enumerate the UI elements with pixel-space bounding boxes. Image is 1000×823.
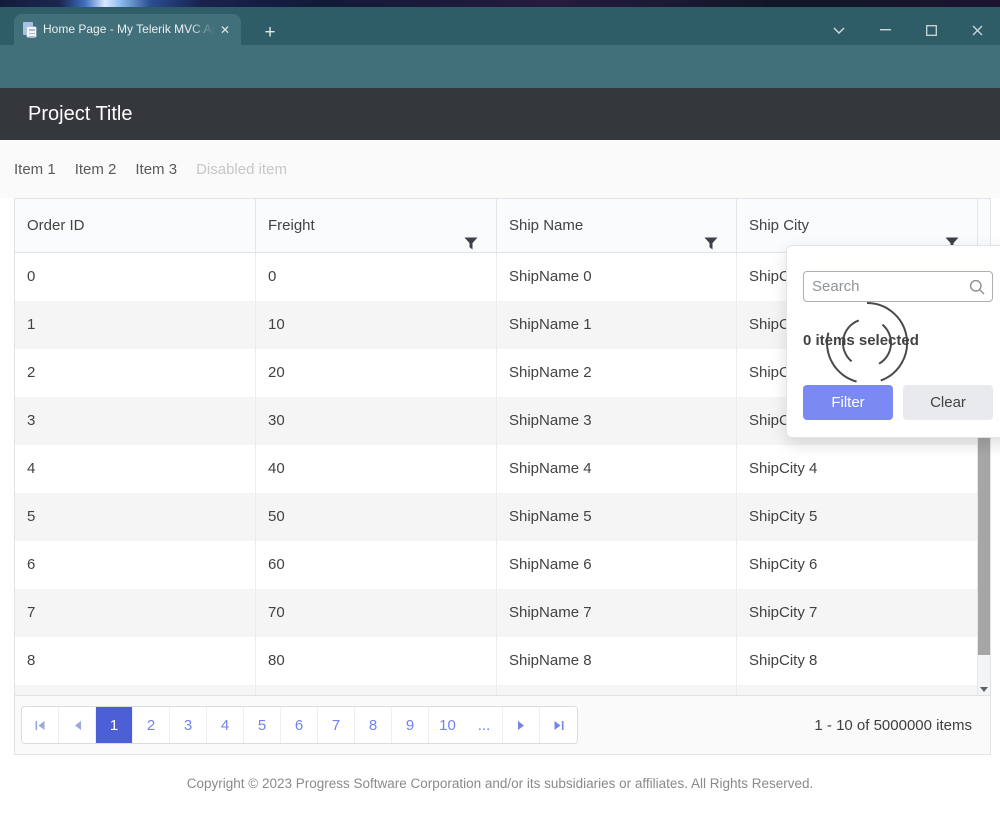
close-window-icon[interactable] xyxy=(954,14,1000,46)
filter-search-input[interactable] xyxy=(812,272,967,301)
page-title: Project Title xyxy=(28,88,132,140)
table-row[interactable]: 8 80 ShipName 8 ShipCity 8 xyxy=(15,637,990,685)
clear-button[interactable]: Clear xyxy=(903,385,993,420)
partial-row xyxy=(15,685,990,695)
minimize-icon[interactable] xyxy=(862,14,908,46)
filter-button[interactable]: Filter xyxy=(803,385,893,420)
more-pages-button[interactable]: ... xyxy=(466,707,503,743)
page-number-button[interactable]: 9 xyxy=(392,707,429,743)
table-row[interactable]: 5 50 ShipName 5 ShipCity 5 xyxy=(15,493,990,541)
page-number-button[interactable]: 7 xyxy=(318,707,355,743)
new-tab-icon[interactable]: + xyxy=(258,21,282,45)
table-row[interactable]: 6 60 ShipName 6 ShipCity 6 xyxy=(15,541,990,589)
maximize-icon[interactable] xyxy=(908,14,954,46)
menu-item-1[interactable]: Item 1 xyxy=(14,157,61,182)
table-row[interactable]: 4 40 ShipName 4 ShipCity 4 xyxy=(15,445,990,493)
previous-page-button[interactable] xyxy=(59,707,96,743)
browser-toolbar: localhost:64287 ••• xyxy=(0,45,1000,88)
tab-close-icon[interactable]: ✕ xyxy=(217,22,233,38)
page-content: Project Title Item 1 Item 2 Item 3 Disab… xyxy=(0,88,1000,823)
browser-tab[interactable]: Home Page - My Telerik MVC Ap ✕ xyxy=(14,14,241,45)
next-page-button[interactable] xyxy=(503,707,540,743)
pager-info: 1 - 10 of 5000000 items xyxy=(814,696,972,755)
copyright-footer: Copyright © 2023 Progress Software Corpo… xyxy=(0,776,1000,791)
menu-item-2[interactable]: Item 2 xyxy=(75,157,122,182)
page-number-button[interactable]: 1 xyxy=(96,707,133,743)
page-number-button[interactable]: 6 xyxy=(281,707,318,743)
column-header-order-id[interactable]: Order ID xyxy=(15,199,256,252)
last-page-button[interactable] xyxy=(540,707,577,743)
page-number-button[interactable]: 5 xyxy=(244,707,281,743)
column-header-freight[interactable]: Freight xyxy=(256,199,497,252)
page-number-button[interactable]: 4 xyxy=(207,707,244,743)
grid-pager: 1 2 3 4 5 6 7 8 9 10 ... 1 - 10 of 50000… xyxy=(15,695,990,754)
pager-buttons: 1 2 3 4 5 6 7 8 9 10 ... xyxy=(21,706,578,744)
page-number-button[interactable]: 3 xyxy=(170,707,207,743)
page-number-button[interactable]: 2 xyxy=(133,707,170,743)
scrollbar-down-arrow-icon[interactable] xyxy=(980,687,988,692)
menubar: Item 1 Item 2 Item 3 Disabled item xyxy=(0,140,1000,198)
search-icon xyxy=(969,279,985,295)
desktop-wallpaper-strip xyxy=(0,0,1000,7)
page-favicon-icon xyxy=(23,22,37,37)
app-header: Project Title xyxy=(0,88,1000,140)
tab-title-fade xyxy=(189,14,219,45)
tab-search-chevron-icon[interactable] xyxy=(816,14,862,46)
menu-item-disabled: Disabled item xyxy=(196,157,292,182)
menu-item-3[interactable]: Item 3 xyxy=(135,157,182,182)
items-selected-status: 0 items selected xyxy=(803,332,919,349)
column-header-ship-name[interactable]: Ship Name xyxy=(497,199,737,252)
table-row[interactable]: 7 70 ShipName 7 ShipCity 7 xyxy=(15,589,990,637)
filter-search-box xyxy=(803,271,993,302)
page-number-button[interactable]: 8 xyxy=(355,707,392,743)
filter-menu-popup: 0 items selected Filter Clear xyxy=(786,245,1000,438)
page-number-button[interactable]: 10 xyxy=(429,707,466,743)
browser-titlebar: Home Page - My Telerik MVC Ap ✕ + xyxy=(0,7,1000,45)
first-page-button[interactable] xyxy=(22,707,59,743)
